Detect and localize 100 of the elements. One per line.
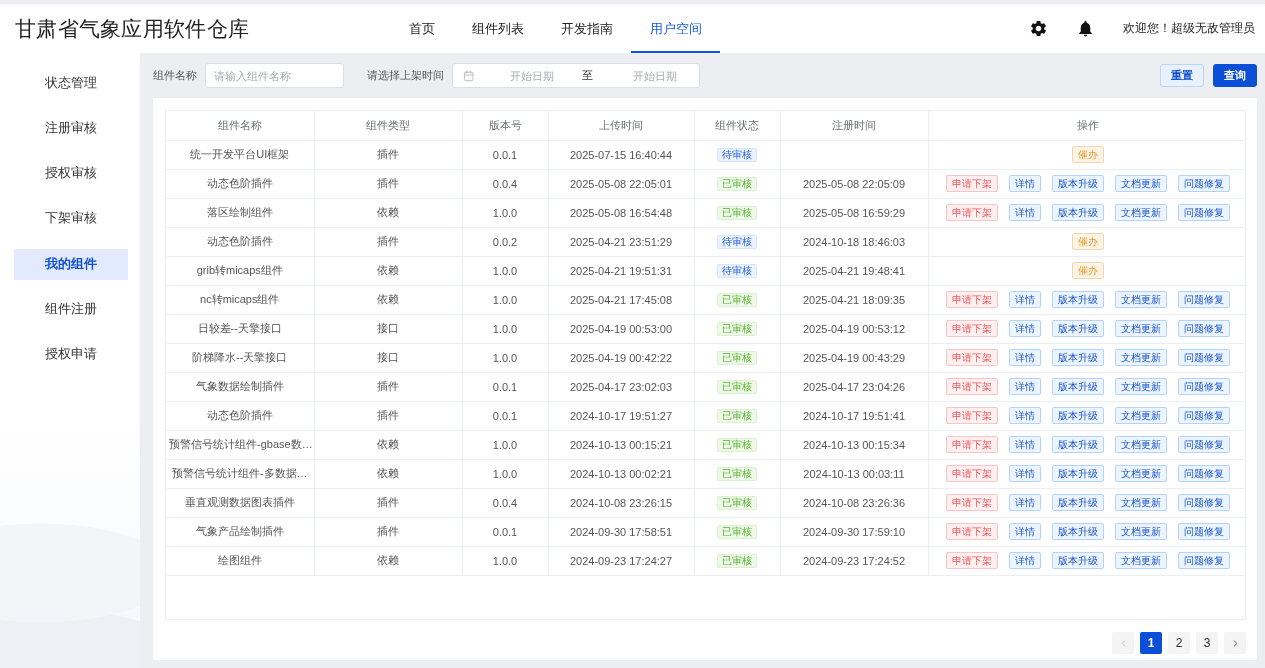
action-button[interactable]: 详情 xyxy=(1008,204,1041,221)
table-cell: 2024-09-30 17:58:51 xyxy=(548,517,694,546)
action-button[interactable]: 版本升级 xyxy=(1051,465,1104,482)
action-button[interactable]: 版本升级 xyxy=(1051,494,1104,511)
action-button[interactable]: 版本升级 xyxy=(1051,378,1104,395)
table-cell: 0.0.4 xyxy=(462,488,548,517)
sidebar-item[interactable]: 授权审核 xyxy=(14,158,128,190)
action-button[interactable]: 版本升级 xyxy=(1051,523,1104,540)
sidebar-item[interactable]: 我的组件 xyxy=(14,248,128,280)
action-button[interactable]: 问题修复 xyxy=(1177,436,1230,453)
column-header: 上传时间 xyxy=(548,111,694,140)
action-button[interactable]: 文档更新 xyxy=(1114,465,1167,482)
table-cell: 2025-05-08 16:59:29 xyxy=(780,198,928,227)
action-button[interactable]: 详情 xyxy=(1008,465,1041,482)
status-tag: 待审核 xyxy=(717,234,757,249)
nav-tab[interactable]: 首页 xyxy=(390,4,453,53)
action-button[interactable]: 文档更新 xyxy=(1114,204,1167,221)
action-button[interactable]: 文档更新 xyxy=(1114,436,1167,453)
table-cell: 插件 xyxy=(314,372,462,401)
action-button[interactable]: 问题修复 xyxy=(1177,291,1230,308)
action-button[interactable]: 问题修复 xyxy=(1177,378,1230,395)
action-button[interactable]: 问题修复 xyxy=(1177,320,1230,337)
table-cell: 2025-07-15 16:40:44 xyxy=(548,140,694,169)
action-button[interactable]: 详情 xyxy=(1008,436,1041,453)
action-button[interactable]: 版本升级 xyxy=(1051,204,1104,221)
sidebar-item[interactable]: 注册审核 xyxy=(14,112,128,144)
action-button[interactable]: 版本升级 xyxy=(1051,349,1104,366)
reset-button[interactable]: 重置 xyxy=(1160,64,1204,87)
table-cell: 2025-04-19 00:53:12 xyxy=(780,314,928,343)
action-button[interactable]: 问题修复 xyxy=(1177,494,1230,511)
action-button[interactable]: 文档更新 xyxy=(1114,320,1167,337)
action-button[interactable]: 问题修复 xyxy=(1177,349,1230,366)
table-cell: 依赖 xyxy=(314,285,462,314)
action-button[interactable]: 详情 xyxy=(1008,291,1041,308)
action-button[interactable]: 问题修复 xyxy=(1177,204,1230,221)
action-button[interactable]: 文档更新 xyxy=(1114,494,1167,511)
table-cell: 2024-10-13 00:02:21 xyxy=(548,459,694,488)
table-cell: 插件 xyxy=(314,227,462,256)
status-tag: 已审核 xyxy=(717,321,757,336)
action-button[interactable]: 问题修复 xyxy=(1177,407,1230,424)
table-cell: 2024-10-13 00:15:34 xyxy=(780,430,928,459)
table-cell: 0.0.4 xyxy=(462,169,548,198)
table-cell: 依赖 xyxy=(314,459,462,488)
action-button[interactable]: 详情 xyxy=(1008,349,1041,366)
sidebar-item[interactable]: 授权申请 xyxy=(14,339,128,371)
table-cell: 1.0.0 xyxy=(462,546,548,575)
action-button[interactable]: 问题修复 xyxy=(1177,465,1230,482)
status-tag: 已审核 xyxy=(717,350,757,365)
sidebar-item[interactable]: 组件注册 xyxy=(14,294,128,325)
bell-icon[interactable] xyxy=(1076,19,1095,38)
action-button[interactable]: 文档更新 xyxy=(1114,378,1167,395)
table-cell: 1.0.0 xyxy=(462,314,548,343)
search-button[interactable]: 查询 xyxy=(1213,64,1257,87)
table-cell: nc转micaps组件 xyxy=(166,285,314,314)
action-button[interactable]: 文档更新 xyxy=(1114,407,1167,424)
sidebar-item[interactable]: 状态管理 xyxy=(14,67,128,99)
table-cell: 依赖 xyxy=(314,198,462,227)
action-button[interactable]: 问题修复 xyxy=(1177,175,1230,192)
table-cell: 0.0.2 xyxy=(462,227,548,256)
range-separator: 至 xyxy=(581,68,595,83)
table-cell: 2024-10-13 00:03:11 xyxy=(780,459,928,488)
action-button[interactable]: 问题修复 xyxy=(1177,523,1230,540)
action-button[interactable]: 详情 xyxy=(1008,320,1041,337)
date-range-field[interactable]: 开始日期 至 开始日期 xyxy=(452,63,700,88)
nav-tab[interactable]: 组件列表 xyxy=(453,4,542,53)
action-button[interactable]: 文档更新 xyxy=(1114,552,1167,569)
action-button[interactable]: 版本升级 xyxy=(1051,175,1104,192)
status-tag: 已审核 xyxy=(717,553,757,568)
action-button[interactable]: 详情 xyxy=(1008,494,1041,511)
action-button[interactable]: 详情 xyxy=(1008,378,1041,395)
action-button[interactable]: 详情 xyxy=(1008,552,1041,569)
action-button[interactable]: 版本升级 xyxy=(1051,320,1104,337)
settings-icon[interactable] xyxy=(1029,19,1048,38)
nav-tab[interactable]: 用户空间 xyxy=(631,4,720,53)
status-tag: 待审核 xyxy=(717,263,757,278)
action-button[interactable]: 文档更新 xyxy=(1114,291,1167,308)
status-tag: 已审核 xyxy=(717,524,757,539)
action-button[interactable]: 文档更新 xyxy=(1114,175,1167,192)
sidebar-item[interactable]: 下架审核 xyxy=(14,203,128,235)
nav-tab[interactable]: 开发指南 xyxy=(542,4,631,53)
action-button[interactable]: 版本升级 xyxy=(1051,436,1104,453)
table-cell: 2025-05-08 22:05:09 xyxy=(780,169,928,198)
end-date-input[interactable]: 开始日期 xyxy=(611,67,699,84)
action-button[interactable]: 文档更新 xyxy=(1114,523,1167,540)
page-button[interactable]: 1 xyxy=(1140,632,1162,654)
action-button[interactable]: 版本升级 xyxy=(1051,552,1104,569)
action-button[interactable]: 详情 xyxy=(1008,523,1041,540)
action-button[interactable]: 版本升级 xyxy=(1051,291,1104,308)
name-input[interactable]: 请输入组件名称 xyxy=(205,63,344,88)
table-cell: 统一开发平台UI框架 xyxy=(166,140,314,169)
table-cell: 日较差--天擎接口 xyxy=(166,314,314,343)
action-button[interactable]: 详情 xyxy=(1008,175,1041,192)
action-button[interactable]: 文档更新 xyxy=(1114,349,1167,366)
page-button[interactable]: 2 xyxy=(1168,632,1190,654)
table-cell: 2024-10-17 19:51:27 xyxy=(548,401,694,430)
start-date-input[interactable]: 开始日期 xyxy=(488,67,577,84)
action-button[interactable]: 版本升级 xyxy=(1051,407,1104,424)
action-button[interactable]: 问题修复 xyxy=(1177,552,1230,569)
page-button[interactable]: 3 xyxy=(1196,632,1218,654)
action-button[interactable]: 详情 xyxy=(1008,407,1041,424)
